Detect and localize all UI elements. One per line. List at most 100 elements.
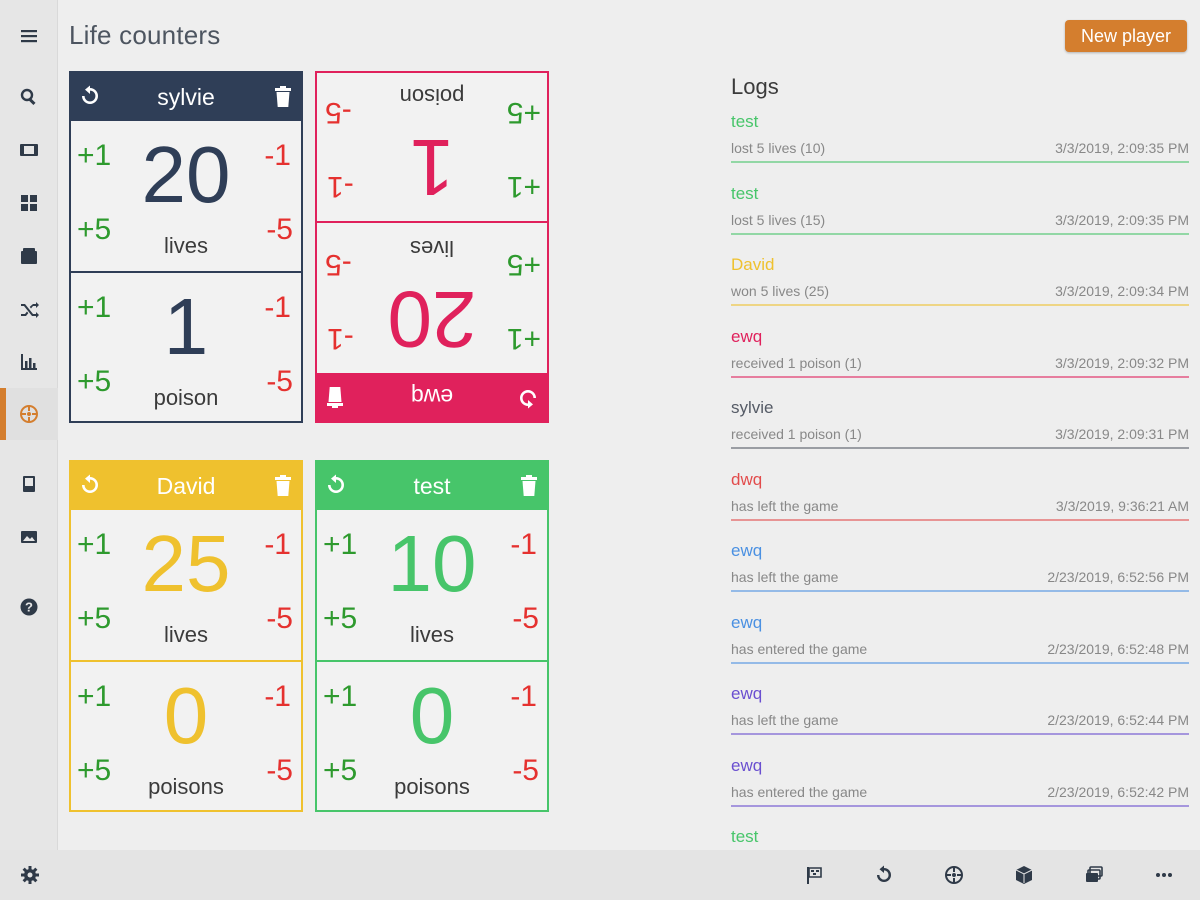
log-divider [731, 161, 1189, 163]
counter-value: 20 [141, 130, 231, 219]
sidebar: ? [0, 0, 58, 850]
reset-icon[interactable] [79, 85, 101, 107]
trash-icon[interactable] [273, 86, 293, 108]
log-divider [731, 232, 1189, 235]
player-name[interactable]: sylvie [157, 84, 215, 111]
log-divider [731, 804, 1189, 807]
dial-icon[interactable] [938, 860, 970, 890]
log-timestamp: 3/3/2019, 2:09:35 PM [1055, 140, 1189, 156]
counter-label: lives [410, 236, 455, 261]
log-entry: test [731, 827, 1189, 850]
reset-icon[interactable] [517, 387, 539, 409]
poison-counter: +1 +5 -1 -5 0 poisons [317, 660, 547, 810]
poison-counter: +1 +5 -1 -5 0 poisons [71, 660, 301, 810]
log-action: won 5 lives (25) [731, 283, 830, 299]
log-timestamp: 3/3/2019, 2:09:32 PM [1055, 354, 1189, 371]
dial-icon[interactable] [0, 388, 58, 440]
counter-label: lives [163, 233, 208, 258]
log-action: lost 5 lives (15) [731, 211, 826, 228]
log-player: test [731, 827, 759, 846]
log-divider [731, 590, 1189, 592]
image-icon[interactable] [0, 517, 58, 557]
counter-label: lives [163, 622, 208, 647]
film-icon[interactable] [0, 130, 58, 170]
counter-label: lives [409, 622, 454, 647]
log-entry: David won 5 lives (25) 3/3/2019, 2:09:34… [731, 255, 1189, 327]
chart-icon[interactable] [0, 342, 58, 382]
log-action: has left the game [731, 712, 839, 728]
log-action: has left the game [731, 569, 839, 585]
player-name[interactable]: David [157, 473, 216, 500]
cards-icon[interactable] [1078, 860, 1110, 890]
new-player-button[interactable]: New player [1065, 20, 1187, 52]
log-entry: test lost 5 lives (15) 3/3/2019, 2:09:35… [731, 184, 1189, 256]
grid-icon[interactable] [0, 183, 58, 223]
log-timestamp: 2/23/2019, 6:52:42 PM [1047, 783, 1189, 800]
log-entry: test lost 5 lives (10) 3/3/2019, 2:09:35… [731, 112, 1189, 184]
logs-title: Logs [731, 74, 779, 99]
player-header: David [71, 462, 301, 510]
log-player: test [731, 112, 759, 131]
log-list[interactable]: test lost 5 lives (10) 3/3/2019, 2:09:35… [731, 112, 1189, 850]
dice-icon[interactable] [1008, 860, 1040, 890]
log-player: David [731, 255, 775, 274]
log-player: ewq [731, 326, 763, 346]
counter-label: poison [399, 84, 465, 109]
flag-icon[interactable] [798, 860, 830, 890]
help-icon[interactable]: ? [0, 587, 58, 627]
poison-counter: +1 +5 -1 -5 1 poison [71, 271, 301, 421]
counter-value: 10 [387, 519, 477, 608]
box-icon[interactable] [0, 236, 58, 276]
counter-value: 0 [163, 671, 209, 760]
more-icon[interactable] [1148, 860, 1180, 890]
player-card: David +1 +5 -1 -5 25 lives +1 +5 -1 -5 0… [69, 460, 303, 812]
log-divider [731, 733, 1189, 735]
log-entry: ewq has left the game 2/23/2019, 6:52:44… [731, 684, 1189, 756]
lives-counter: +1 +5 -1 -5 20 lives [71, 121, 301, 271]
undo-icon[interactable] [868, 860, 900, 890]
player-card: ewq +1 +5 -1 -5 20 lives +1 +5 -1 -5 1 p… [315, 71, 549, 423]
log-action: lost 5 lives (10) [731, 140, 826, 156]
log-player: ewq [731, 684, 763, 703]
counter-value: 20 [387, 275, 477, 364]
log-player: ewq [731, 612, 763, 632]
log-action: has entered the game [731, 640, 868, 657]
log-timestamp: 2/23/2019, 6:52:56 PM [1047, 569, 1189, 585]
counter-value: 0 [409, 671, 455, 760]
log-timestamp: 2/23/2019, 6:52:48 PM [1047, 640, 1189, 657]
reset-icon[interactable] [325, 474, 347, 496]
player-name[interactable]: ewq [411, 384, 453, 411]
bottom-toolbar [0, 850, 1200, 900]
log-divider [731, 447, 1189, 449]
page-title: Life counters [69, 20, 221, 50]
player-header: sylvie [71, 73, 301, 121]
trash-icon[interactable] [273, 475, 293, 497]
trash-icon[interactable] [519, 475, 539, 497]
log-entry: ewq has entered the game 2/23/2019, 6:52… [731, 613, 1189, 685]
log-player: test [731, 183, 759, 203]
counter-value: 25 [141, 519, 231, 608]
log-entry: ewq has entered the game 2/23/2019, 6:52… [731, 756, 1189, 828]
log-action: received 1 poison (1) [731, 354, 862, 371]
player-card: sylvie +1 +5 -1 -5 20 lives +1 +5 -1 -5 … [69, 71, 303, 423]
lives-counter: +1 +5 -1 -5 25 lives [71, 510, 301, 660]
lives-counter: +1 +5 -1 -5 20 lives [317, 223, 547, 373]
counter-value: 1 [409, 123, 455, 212]
player-name[interactable]: test [413, 473, 450, 500]
menu-icon[interactable] [0, 16, 58, 56]
log-action: has entered the game [731, 783, 868, 800]
shuffle-icon[interactable] [0, 289, 58, 329]
reset-icon[interactable] [79, 474, 101, 496]
log-entry: ewq received 1 poison (1) 3/3/2019, 2:09… [731, 327, 1189, 399]
counter-label: poisons [148, 774, 224, 799]
counter-value: 1 [163, 282, 209, 371]
book-icon[interactable] [0, 464, 58, 504]
search-icon[interactable] [0, 77, 58, 117]
log-player: ewq [731, 541, 763, 560]
log-player: sylvie [731, 398, 774, 417]
trash-icon[interactable] [325, 386, 345, 408]
log-action: received 1 poison (1) [731, 426, 862, 442]
gear-icon[interactable] [14, 860, 46, 890]
log-player: dwq [731, 469, 763, 489]
poison-counter: +1 +5 -1 -5 1 poison [317, 73, 547, 223]
